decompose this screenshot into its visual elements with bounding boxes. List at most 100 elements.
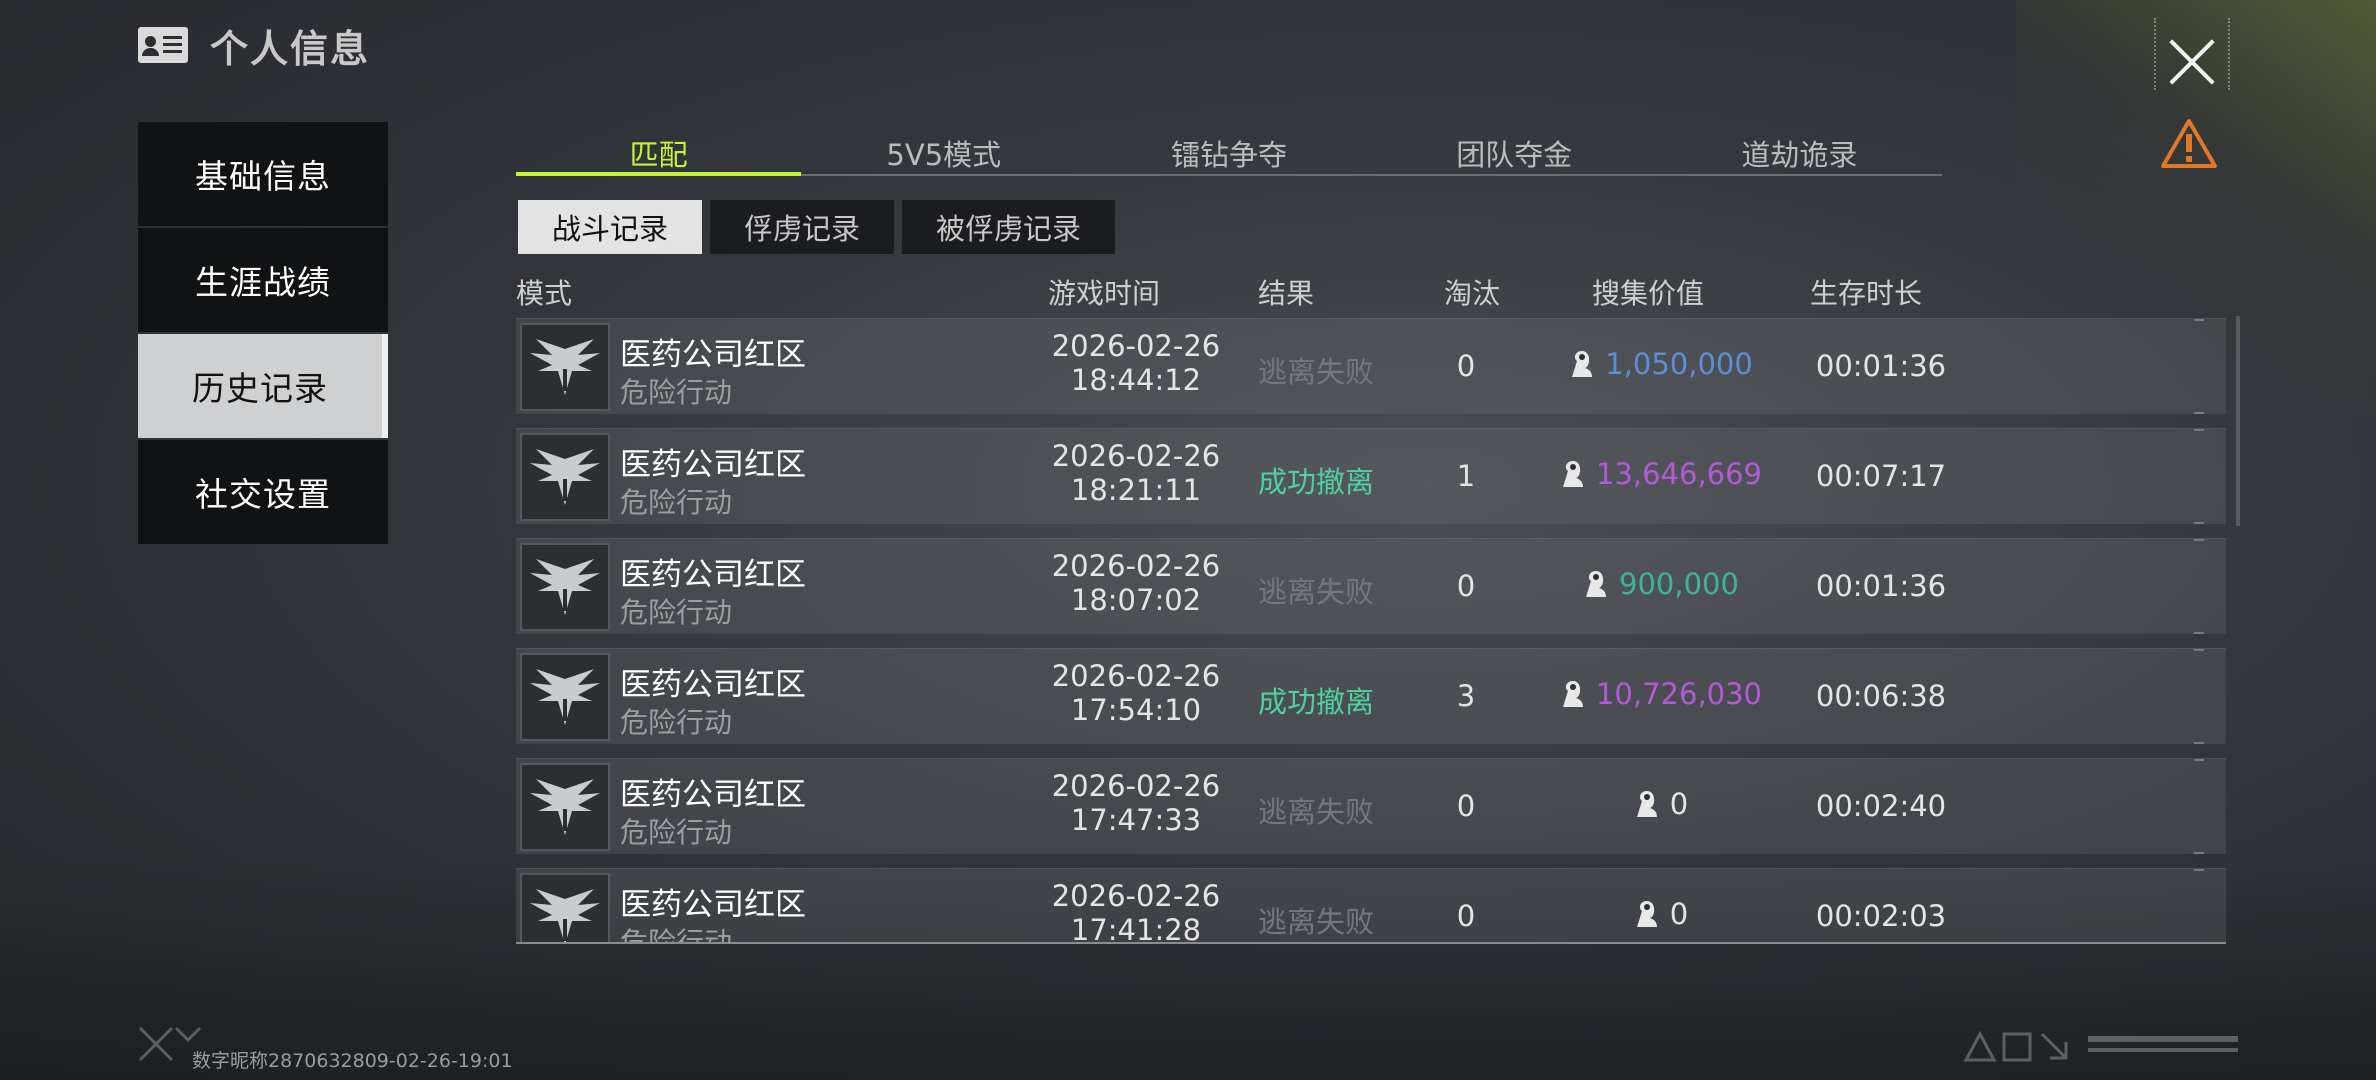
sidebar-item-label: 基础信息 <box>195 157 331 196</box>
kill-count: 0 <box>1456 789 1476 823</box>
wing-emblem-icon <box>520 323 610 411</box>
collected-value: 900,000 <box>1516 567 1806 601</box>
map-name: 医药公司红区 <box>620 777 806 813</box>
wing-emblem-icon <box>520 543 610 631</box>
mode-name: 危险行动 <box>620 706 733 739</box>
sidebar-item-social-settings[interactable]: 社交设置 <box>138 440 388 544</box>
collected-value: 0 <box>1516 787 1806 821</box>
collected-value: 0 <box>1516 897 1806 931</box>
currency-icon <box>1634 788 1660 820</box>
collected-value-amount: 1,050,000 <box>1605 347 1753 381</box>
sidebar-item-career-stats[interactable]: 生涯战绩 <box>138 228 388 332</box>
result-status: 成功撤离 <box>1257 685 1374 719</box>
column-header-time: 游戏时间 <box>1048 277 1161 310</box>
kill-count: 1 <box>1456 459 1476 493</box>
map-name: 医药公司红区 <box>620 887 806 923</box>
tab-daojie[interactable]: 道劫诡录 <box>1657 128 1942 174</box>
row-corner-marks <box>2194 649 2204 744</box>
collected-value-amount: 13,646,669 <box>1595 457 1763 491</box>
sidebar: 基础信息 生涯战绩 历史记录 社交设置 <box>138 122 394 546</box>
page-header: 个人信息 <box>138 22 370 71</box>
id-card-icon <box>138 27 188 63</box>
survival-time: 00:02:40 <box>1815 789 1947 823</box>
currency-icon <box>1569 348 1595 380</box>
currency-icon <box>1560 678 1586 710</box>
row-corner-marks <box>2194 759 2204 854</box>
currency-icon <box>1583 568 1609 600</box>
subtab-captured-records[interactable]: 被俘虏记录 <box>902 200 1116 254</box>
map-name: 医药公司红区 <box>620 447 806 483</box>
result-status: 逃离失败 <box>1257 905 1374 939</box>
mode-name: 危险行动 <box>620 816 733 849</box>
map-name: 医药公司红区 <box>620 557 806 593</box>
survival-time: 00:01:36 <box>1815 569 1947 603</box>
tab-5v5[interactable]: 5V5模式 <box>801 128 1086 174</box>
close-icon[interactable] <box>2158 28 2226 96</box>
mode-tabs: 匹配 5V5模式 镭钻争夺 团队夺金 道劫诡录 <box>516 128 1942 176</box>
collected-value-amount: 900,000 <box>1619 567 1739 601</box>
collected-value: 10,726,030 <box>1516 677 1806 711</box>
table-row[interactable]: 医药公司红区 危险行动 2026-02-26 18:21:11 成功撤离 1 13,646,… <box>516 428 2226 524</box>
map-name: 医药公司红区 <box>620 667 806 703</box>
column-header-value: 搜集价值 <box>1592 277 1705 310</box>
table-row[interactable]: 医药公司红区 危险行动 2026-02-26 17:41:28 逃离失败 0 0 00:02:… <box>516 868 2226 944</box>
scrollbar[interactable] <box>2236 316 2240 526</box>
wing-emblem-icon <box>520 763 610 851</box>
table-row[interactable]: 医药公司红区 危险行动 2026-02-26 17:54:10 成功撤离 3 10,726,… <box>516 648 2226 744</box>
survival-time: 00:07:17 <box>1815 459 1947 493</box>
row-corner-marks <box>2194 869 2204 942</box>
result-status: 成功撤离 <box>1257 465 1374 499</box>
mode-name: 危险行动 <box>620 486 733 519</box>
mode-name: 危险行动 <box>620 926 733 944</box>
game-brand-logo-icon <box>1962 1028 2252 1064</box>
page-title: 个人信息 <box>210 26 371 71</box>
mode-name: 危险行动 <box>620 596 733 629</box>
row-corner-marks <box>2194 539 2204 634</box>
map-name: 医药公司红区 <box>620 337 806 373</box>
subtab-capture-records[interactable]: 俘虏记录 <box>710 200 895 254</box>
wing-emblem-icon <box>520 653 610 741</box>
collected-value-amount: 0 <box>1669 787 1689 821</box>
subtab-battle-records[interactable]: 战斗记录 <box>518 200 703 254</box>
record-subtabs: 战斗记录 俘虏记录 被俘虏记录 <box>518 200 1116 254</box>
battle-record-list[interactable]: 医药公司红区 危险行动 2026-02-26 18:44:12 逃离失败 0 1,050,0… <box>516 318 2226 944</box>
result-status: 逃离失败 <box>1257 575 1374 609</box>
collected-value-amount: 0 <box>1669 897 1689 931</box>
collected-value-amount: 10,726,030 <box>1595 677 1763 711</box>
tab-diamond-contest[interactable]: 镭钻争夺 <box>1086 128 1371 174</box>
table-row[interactable]: 医药公司红区 危险行动 2026-02-26 18:44:12 逃离失败 0 1,050,0… <box>516 318 2226 414</box>
mode-name: 危险行动 <box>620 376 733 409</box>
tab-team-gold[interactable]: 团队夺金 <box>1372 128 1657 174</box>
table-header: 模式 游戏时间 结果 淘汰 搜集价值 生存时长 <box>516 272 2226 310</box>
result-status: 逃离失败 <box>1257 355 1374 389</box>
kill-count: 0 <box>1456 899 1476 933</box>
sidebar-item-history[interactable]: 历史记录 <box>138 334 388 438</box>
survival-time: 00:02:03 <box>1815 899 1947 933</box>
table-row[interactable]: 医药公司红区 危险行动 2026-02-26 17:47:33 逃离失败 0 0 00:02:… <box>516 758 2226 854</box>
kill-count: 0 <box>1456 569 1476 603</box>
collected-value: 1,050,000 <box>1516 347 1806 381</box>
column-header-result: 结果 <box>1258 277 1315 310</box>
survival-time: 00:06:38 <box>1815 679 1947 713</box>
result-status: 逃离失败 <box>1257 795 1374 829</box>
column-header-kills: 淘汰 <box>1444 277 1501 310</box>
column-header-mode: 模式 <box>516 277 573 310</box>
sidebar-item-basic-info[interactable]: 基础信息 <box>138 122 388 226</box>
currency-icon <box>1634 898 1660 930</box>
row-corner-marks <box>2194 429 2204 524</box>
sidebar-item-label: 历史记录 <box>192 369 328 408</box>
sidebar-item-label: 社交设置 <box>195 475 331 514</box>
wing-emblem-icon <box>520 873 610 942</box>
column-header-survival: 生存时长 <box>1810 277 1923 310</box>
row-corner-marks <box>2194 319 2204 414</box>
kill-count: 0 <box>1456 349 1476 383</box>
player-id-footer: 数字昵称2870632809-02-26-19:01 <box>192 1050 513 1072</box>
sidebar-item-label: 生涯战绩 <box>195 263 331 302</box>
survival-time: 00:01:36 <box>1815 349 1947 383</box>
currency-icon <box>1560 458 1586 490</box>
tab-match[interactable]: 匹配 <box>516 128 802 176</box>
wing-emblem-icon <box>520 433 610 521</box>
warning-icon[interactable] <box>2160 118 2218 170</box>
table-row[interactable]: 医药公司红区 危险行动 2026-02-26 18:07:02 逃离失败 0 900,000… <box>516 538 2226 634</box>
collected-value: 13,646,669 <box>1516 457 1806 491</box>
